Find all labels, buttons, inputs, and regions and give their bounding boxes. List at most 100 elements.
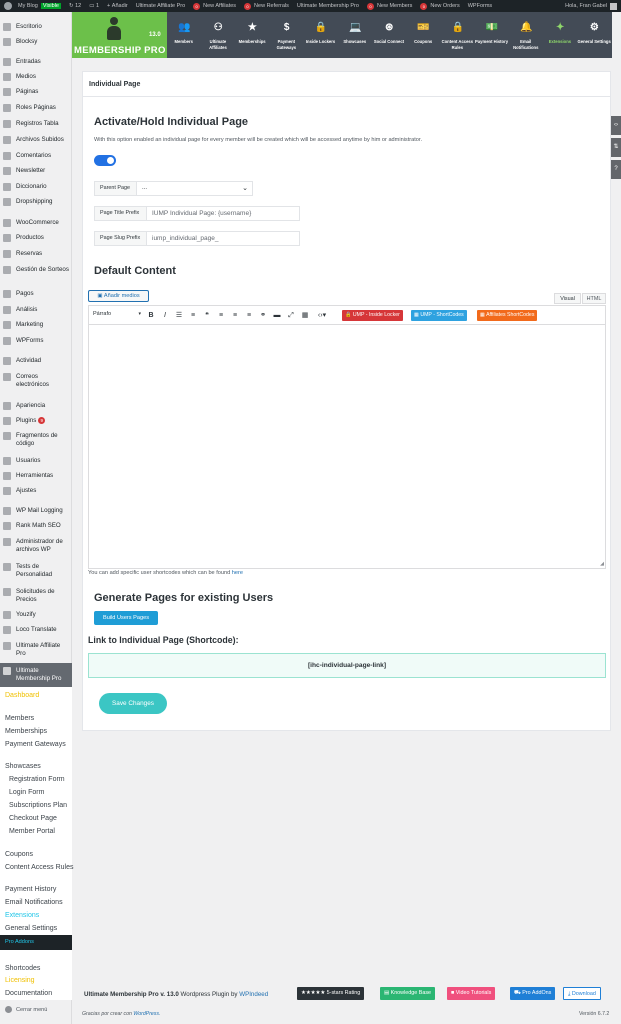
sidebar-item-registros-tabla[interactable]: Registros Tabla — [0, 120, 72, 128]
admin-bar-add-new[interactable]: + Añadir — [107, 3, 128, 9]
sidebar-item-medios[interactable]: Medios — [0, 73, 72, 81]
affiliates-shortcodes-button[interactable]: ▦ Affiliates ShortCodes — [477, 310, 538, 321]
wordpress-logo-icon[interactable] — [4, 2, 12, 10]
sidebar-item-correos-electrónicos[interactable]: Correos electrónicos — [0, 373, 72, 388]
sidebar-item-rank-math-seo[interactable]: Rank Math SEO — [0, 522, 72, 530]
collapse-menu-button[interactable]: Cerrar menú — [0, 1003, 72, 1017]
ump-inside-locker-button[interactable]: 🔒 UMP - Inside Locker — [342, 310, 403, 321]
resize-handle-icon[interactable]: ◢ — [600, 561, 604, 567]
sidebar-item-loco-translate[interactable]: Loco Translate — [0, 626, 72, 634]
align-left-icon[interactable]: ≡ — [216, 311, 226, 321]
submenu-documentation[interactable]: Documentation — [5, 990, 52, 997]
sidebar-item-productos[interactable]: Productos — [0, 234, 72, 242]
tab-extensions[interactable]: ✦ Extensions — [543, 12, 577, 58]
submenu-showcases[interactable]: Showcases — [5, 763, 41, 770]
build-users-pages-button[interactable]: Build Users Pages — [94, 611, 158, 625]
tab-social-connect[interactable]: ⊛ Social Connect — [372, 12, 406, 58]
tab-html[interactable]: HTML — [582, 293, 606, 304]
sidebar-item-herramientas[interactable]: Herramientas — [0, 472, 72, 480]
admin-bar-updates[interactable]: ↻ 12 — [69, 3, 81, 9]
submenu-members[interactable]: Members — [5, 715, 34, 722]
sidebar-item-blocksy[interactable]: Blocksy — [0, 38, 72, 46]
sidebar-item-youzify[interactable]: Youzify — [0, 611, 72, 619]
sidebar-item-diccionario[interactable]: Diccionario — [0, 183, 72, 191]
knowledge-base-button[interactable]: ▤ Knowledge Base — [380, 987, 436, 1000]
submenu-payment-history[interactable]: Payment History — [5, 886, 56, 893]
sidebar-item-ultimate-affiliate-pro[interactable]: Ultimate Affiliate Pro — [0, 642, 72, 657]
save-changes-button[interactable]: Save Changes — [99, 693, 167, 714]
sidebar-item-marketing[interactable]: Marketing — [0, 321, 72, 329]
shortcode-display[interactable]: [ihc-individual-page-link] — [88, 653, 606, 678]
tab-content-access-rules[interactable]: 🔒 Content Access Rules — [441, 12, 475, 58]
sidebar-item-páginas[interactable]: Páginas — [0, 88, 72, 96]
sidebar-item-reservas[interactable]: Reservas — [0, 250, 72, 258]
tab-memberships[interactable]: ★ Memberships — [235, 12, 269, 58]
sidebar-item-fragmentos-de-código[interactable]: Fragmentos de código — [0, 432, 72, 447]
slug-prefix-input[interactable]: iump_individual_page_ — [147, 231, 300, 246]
sidebar-item-woocommerce[interactable]: WooCommerce — [0, 219, 72, 227]
sidebar-item-ajustes[interactable]: Ajustes — [0, 487, 72, 495]
pro-addons-button[interactable]: ⛟ Pro AddOns — [510, 987, 556, 1000]
editor-content-area[interactable]: ◢ — [88, 325, 606, 569]
format-select[interactable]: Párrafo ▾ — [93, 311, 143, 321]
sidebar-item-newsletter[interactable]: Newsletter — [0, 167, 72, 175]
sidebar-item-solicitudes-de-precios[interactable]: Solicitudes de Precios — [0, 588, 72, 603]
admin-bar-item-new-affiliates[interactable]: 0 New Affiliates — [193, 2, 236, 10]
tab-members[interactable]: 👥 Members — [167, 12, 201, 58]
ump-shortcodes-button[interactable]: ▦ UMP - ShortCodes — [411, 310, 467, 321]
rating-button[interactable]: ★★★★★ 5-stars Rating — [297, 987, 365, 1000]
sidebar-item-tests-de-personalidad[interactable]: Tests de Personalidad — [0, 563, 72, 578]
admin-bar-item-new-members[interactable]: 0 New Members — [366, 2, 412, 10]
link-icon[interactable]: ⚭ — [258, 311, 268, 321]
submenu-checkout-page[interactable]: Checkout Page — [9, 815, 57, 822]
help-tab[interactable]: ? — [611, 160, 621, 179]
submenu-member-portal[interactable]: Member Portal — [9, 828, 55, 835]
submenu-licensing[interactable]: Licensing — [5, 977, 35, 984]
sidebar-item-pagos[interactable]: Pagos — [0, 290, 72, 298]
submenu-registration-form[interactable]: Registration Form — [9, 776, 65, 783]
tab-payment-history[interactable]: 💵 Payment History — [475, 12, 509, 58]
submenu-subscriptions-plan[interactable]: Subscriptions Plan — [9, 802, 67, 809]
italic-icon[interactable]: I — [160, 311, 170, 321]
admin-bar-account[interactable]: Hola, Fran Gabel — [565, 2, 617, 10]
align-center-icon[interactable]: ≡ — [230, 311, 240, 321]
admin-bar-item-ump[interactable]: Ultimate Membership Pro — [297, 3, 359, 9]
admin-bar-item-new-orders[interactable]: 0 New Orders — [420, 2, 460, 10]
align-right-icon[interactable]: ≡ — [244, 311, 254, 321]
sidebar-item-apariencia[interactable]: Apariencia — [0, 402, 72, 410]
shortcodes-here-link[interactable]: here — [232, 570, 243, 576]
numbered-list-icon[interactable]: ≡ — [188, 311, 198, 321]
submenu-memberships[interactable]: Memberships — [5, 728, 47, 735]
tab-inside-lockers[interactable]: 🔒 Inside Lockers — [304, 12, 338, 58]
admin-bar-site[interactable]: My Blog Visible — [18, 3, 61, 9]
tab-payment-gateways[interactable]: $ Payment Gateways — [270, 12, 304, 58]
sidebar-item-administrador-de-archivos-wp[interactable]: Administrador de archivos WP — [0, 538, 72, 553]
admin-bar-item-wpforms[interactable]: WPForms — [468, 3, 492, 9]
wordpress-link[interactable]: WordPress. — [133, 1011, 160, 1017]
sidebar-item-usuarios[interactable]: Usuarios — [0, 457, 72, 465]
individual-page-toggle[interactable] — [94, 155, 116, 166]
ump-logo[interactable]: 13.0 MEMBERSHIP PRO — [72, 12, 167, 58]
submenu-email-notifications[interactable]: Email Notifications — [5, 899, 63, 906]
tab-general-settings[interactable]: ⚙ General Settings — [577, 12, 611, 58]
settings-tab[interactable]: ⇅ — [611, 138, 621, 157]
sidebar-item-wp-mail-logging[interactable]: WP Mail Logging — [0, 507, 72, 515]
sidebar-item-análisis[interactable]: Análisis — [0, 306, 72, 314]
download-button[interactable]: ⤓ Download — [563, 987, 601, 1000]
wpindeed-link[interactable]: WPIndeed — [239, 991, 268, 998]
submenu-pro-addons[interactable]: Pro Addons — [0, 935, 72, 950]
sidebar-item-ultimate-membership-pro[interactable]: Ultimate Membership Pro — [0, 663, 72, 687]
sidebar-item-archivos-subidos[interactable]: Archivos Subidos — [0, 136, 72, 144]
video-tutorials-button[interactable]: ■ Video Tutorials — [447, 987, 496, 1000]
tab-coupons[interactable]: 🎫 Coupons — [406, 12, 440, 58]
submenu-shortcodes[interactable]: Shortcodes — [5, 965, 40, 972]
sidebar-item-gestión-de-sorteos[interactable]: Gestión de Sorteos — [0, 266, 72, 274]
sidebar-item-dropshipping[interactable]: Dropshipping — [0, 198, 72, 206]
sidebar-item-comentarios[interactable]: Comentarios — [0, 152, 72, 160]
sidebar-item-escritorio[interactable]: Escritorio — [0, 23, 72, 31]
admin-bar-comments[interactable]: ▭ 1 — [89, 3, 99, 9]
code-view-tab[interactable]: ‹› — [611, 116, 621, 135]
title-prefix-input[interactable]: IUMP Individual Page: {username} — [147, 206, 300, 221]
submenu-dashboard[interactable]: Dashboard — [5, 692, 39, 699]
submenu-login-form[interactable]: Login Form — [9, 789, 44, 796]
